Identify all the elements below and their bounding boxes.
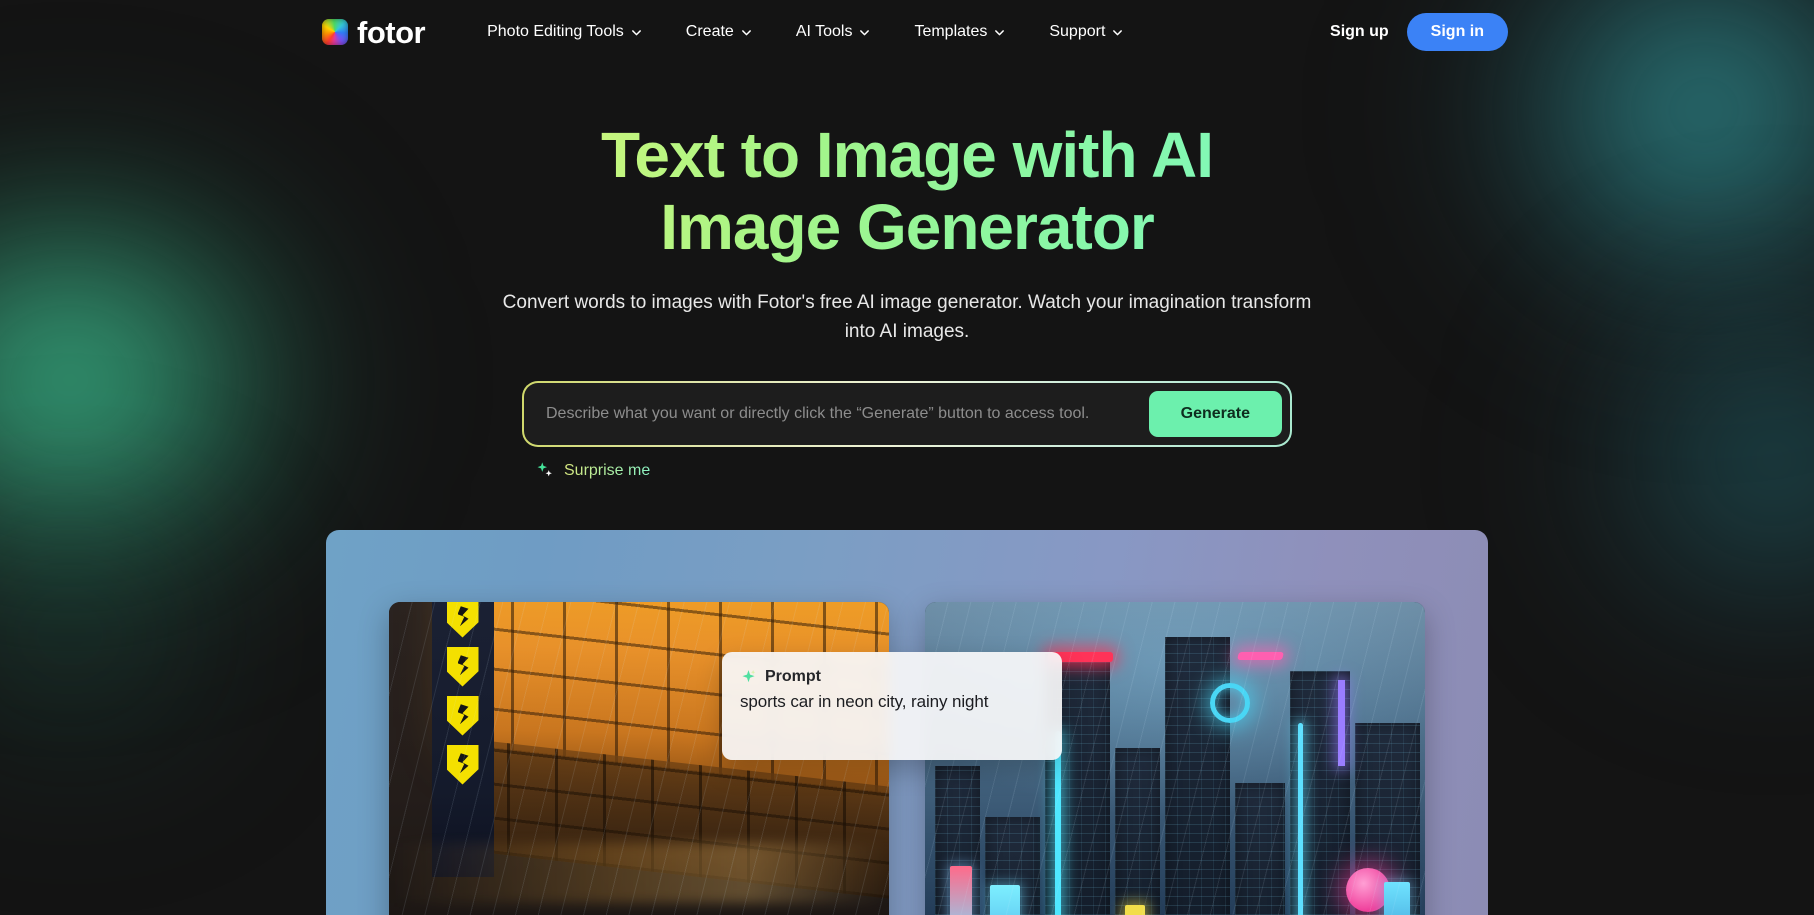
- surprise-me-label: Surprise me: [564, 461, 651, 479]
- nav-item-create[interactable]: Create: [664, 15, 774, 49]
- nav-label: Templates: [914, 23, 988, 40]
- fotor-logo[interactable]: fotor: [322, 14, 426, 50]
- hero-section: Text to Image with AI Image Generator Co…: [0, 64, 1814, 480]
- site-header: fotor Photo Editing Tools Create AI Tool…: [0, 0, 1814, 64]
- neon-signboard: [1384, 881, 1410, 915]
- headline-line-2: Image Generator: [660, 190, 1154, 263]
- city-tower: [1115, 748, 1160, 915]
- violet-neon-bar: [1338, 679, 1345, 766]
- sign-up-link[interactable]: Sign up: [1330, 23, 1389, 41]
- ferrari-shield-icon: [446, 744, 479, 785]
- sparkles-icon: [536, 461, 555, 480]
- neon-signboard: [1125, 904, 1145, 915]
- green-glow-left-lower: [0, 470, 280, 800]
- page-title: Text to Image with AI Image Generator: [517, 120, 1297, 263]
- chevron-down-icon: [741, 27, 752, 38]
- cyan-neon-bar: [1297, 722, 1303, 915]
- header-actions: Sign up Sign in: [1330, 13, 1814, 51]
- generate-button[interactable]: Generate: [1148, 391, 1282, 438]
- nav-label: Create: [685, 23, 734, 40]
- prompt-input[interactable]: [546, 383, 1149, 446]
- cyan-neon-ring: [1210, 682, 1250, 723]
- ferrari-shield-icon: [446, 695, 479, 736]
- neon-signboard: [990, 884, 1020, 915]
- brand-name: fotor: [357, 14, 426, 50]
- chevron-down-icon: [1112, 27, 1123, 38]
- city-tower: [1165, 636, 1230, 915]
- ferrari-sign-pylon: [431, 602, 494, 878]
- sparkle-icon: [740, 669, 757, 686]
- hero-subtitle: Convert words to images with Fotor's fre…: [502, 292, 1312, 343]
- fotor-color-square-icon: [322, 19, 348, 45]
- nav-item-photo-editing-tools[interactable]: Photo Editing Tools: [465, 15, 664, 49]
- wet-road-reflection: [389, 842, 889, 904]
- prompt-card-header: Prompt: [740, 668, 1044, 686]
- chevron-down-icon: [859, 27, 870, 38]
- surprise-me-row: Surprise me: [522, 461, 1292, 480]
- nav-label: AI Tools: [795, 23, 853, 40]
- pink-neon-strip: [1236, 652, 1284, 661]
- neon-signboard: [950, 866, 972, 915]
- prompt-preview-card: Prompt sports car in neon city, rainy ni…: [722, 652, 1062, 760]
- nav-item-templates[interactable]: Templates: [892, 15, 1027, 49]
- nav-item-support[interactable]: Support: [1027, 15, 1145, 49]
- city-tower: [1235, 782, 1285, 915]
- main-navigation: Photo Editing Tools Create AI Tools Temp…: [465, 15, 1145, 49]
- ferrari-shield-icon: [446, 646, 479, 687]
- chevron-down-icon: [994, 27, 1005, 38]
- nav-label: Support: [1049, 23, 1106, 40]
- prompt-bar-inner: Generate: [524, 383, 1290, 446]
- nav-label: Photo Editing Tools: [487, 23, 624, 40]
- headline-line-1: Text to Image with AI: [601, 119, 1213, 191]
- prompt-card-label: Prompt: [765, 668, 821, 685]
- ferrari-shield-icon: [446, 602, 479, 638]
- nav-item-ai-tools[interactable]: AI Tools: [774, 15, 893, 49]
- chevron-down-icon: [631, 27, 642, 38]
- prompt-bar: Generate: [522, 381, 1292, 448]
- sign-in-button[interactable]: Sign in: [1406, 13, 1508, 51]
- surprise-me-link[interactable]: Surprise me: [536, 461, 650, 480]
- prompt-card-value: sports car in neon city, rainy night: [740, 692, 989, 711]
